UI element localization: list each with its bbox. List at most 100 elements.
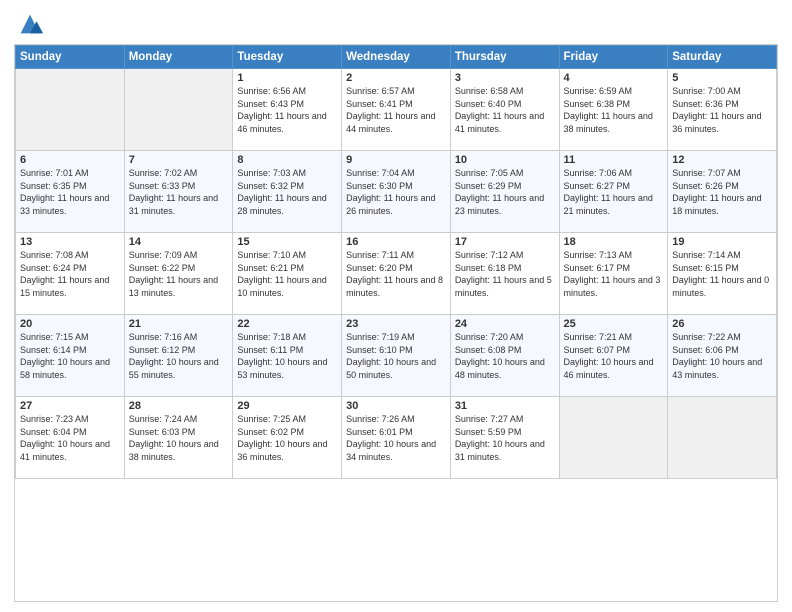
day-info: Sunrise: 7:00 AM Sunset: 6:36 PM Dayligh… [672, 85, 772, 135]
calendar-week-row: 20Sunrise: 7:15 AM Sunset: 6:14 PM Dayli… [16, 315, 777, 397]
calendar-week-row: 1Sunrise: 6:56 AM Sunset: 6:43 PM Daylig… [16, 69, 777, 151]
day-number: 25 [564, 318, 664, 330]
calendar-cell: 18Sunrise: 7:13 AM Sunset: 6:17 PM Dayli… [559, 233, 668, 315]
day-info: Sunrise: 7:09 AM Sunset: 6:22 PM Dayligh… [129, 249, 229, 299]
calendar-cell: 2Sunrise: 6:57 AM Sunset: 6:41 PM Daylig… [342, 69, 451, 151]
day-number: 18 [564, 236, 664, 248]
calendar-cell: 30Sunrise: 7:26 AM Sunset: 6:01 PM Dayli… [342, 397, 451, 479]
day-info: Sunrise: 6:59 AM Sunset: 6:38 PM Dayligh… [564, 85, 664, 135]
day-info: Sunrise: 6:57 AM Sunset: 6:41 PM Dayligh… [346, 85, 446, 135]
calendar-cell: 9Sunrise: 7:04 AM Sunset: 6:30 PM Daylig… [342, 151, 451, 233]
calendar: SundayMondayTuesdayWednesdayThursdayFrid… [14, 44, 778, 602]
day-number: 3 [455, 72, 555, 84]
day-number: 8 [237, 154, 337, 166]
day-info: Sunrise: 6:58 AM Sunset: 6:40 PM Dayligh… [455, 85, 555, 135]
day-info: Sunrise: 7:07 AM Sunset: 6:26 PM Dayligh… [672, 167, 772, 217]
day-info: Sunrise: 7:20 AM Sunset: 6:08 PM Dayligh… [455, 331, 555, 381]
day-info: Sunrise: 7:11 AM Sunset: 6:20 PM Dayligh… [346, 249, 446, 299]
day-number: 23 [346, 318, 446, 330]
day-number: 6 [20, 154, 120, 166]
calendar-cell: 21Sunrise: 7:16 AM Sunset: 6:12 PM Dayli… [124, 315, 233, 397]
calendar-cell: 26Sunrise: 7:22 AM Sunset: 6:06 PM Dayli… [668, 315, 777, 397]
day-number: 12 [672, 154, 772, 166]
calendar-header-cell: Friday [559, 46, 668, 69]
day-number: 16 [346, 236, 446, 248]
day-number: 28 [129, 400, 229, 412]
calendar-cell: 31Sunrise: 7:27 AM Sunset: 5:59 PM Dayli… [450, 397, 559, 479]
day-number: 26 [672, 318, 772, 330]
day-info: Sunrise: 7:23 AM Sunset: 6:04 PM Dayligh… [20, 413, 120, 463]
calendar-cell: 20Sunrise: 7:15 AM Sunset: 6:14 PM Dayli… [16, 315, 125, 397]
day-number: 9 [346, 154, 446, 166]
page: SundayMondayTuesdayWednesdayThursdayFrid… [0, 0, 792, 612]
day-number: 30 [346, 400, 446, 412]
day-number: 4 [564, 72, 664, 84]
day-info: Sunrise: 7:12 AM Sunset: 6:18 PM Dayligh… [455, 249, 555, 299]
calendar-header-row: SundayMondayTuesdayWednesdayThursdayFrid… [16, 46, 777, 69]
calendar-cell: 10Sunrise: 7:05 AM Sunset: 6:29 PM Dayli… [450, 151, 559, 233]
day-info: Sunrise: 7:01 AM Sunset: 6:35 PM Dayligh… [20, 167, 120, 217]
day-number: 17 [455, 236, 555, 248]
calendar-cell: 1Sunrise: 6:56 AM Sunset: 6:43 PM Daylig… [233, 69, 342, 151]
day-info: Sunrise: 7:05 AM Sunset: 6:29 PM Dayligh… [455, 167, 555, 217]
day-info: Sunrise: 7:25 AM Sunset: 6:02 PM Dayligh… [237, 413, 337, 463]
day-info: Sunrise: 7:15 AM Sunset: 6:14 PM Dayligh… [20, 331, 120, 381]
day-number: 29 [237, 400, 337, 412]
calendar-cell: 14Sunrise: 7:09 AM Sunset: 6:22 PM Dayli… [124, 233, 233, 315]
day-number: 22 [237, 318, 337, 330]
calendar-cell: 8Sunrise: 7:03 AM Sunset: 6:32 PM Daylig… [233, 151, 342, 233]
day-number: 21 [129, 318, 229, 330]
day-number: 10 [455, 154, 555, 166]
day-info: Sunrise: 7:24 AM Sunset: 6:03 PM Dayligh… [129, 413, 229, 463]
calendar-cell: 19Sunrise: 7:14 AM Sunset: 6:15 PM Dayli… [668, 233, 777, 315]
calendar-header-cell: Thursday [450, 46, 559, 69]
day-info: Sunrise: 7:13 AM Sunset: 6:17 PM Dayligh… [564, 249, 664, 299]
day-number: 5 [672, 72, 772, 84]
calendar-week-row: 13Sunrise: 7:08 AM Sunset: 6:24 PM Dayli… [16, 233, 777, 315]
calendar-cell: 28Sunrise: 7:24 AM Sunset: 6:03 PM Dayli… [124, 397, 233, 479]
calendar-cell [668, 397, 777, 479]
header [14, 10, 778, 38]
calendar-cell: 22Sunrise: 7:18 AM Sunset: 6:11 PM Dayli… [233, 315, 342, 397]
day-number: 19 [672, 236, 772, 248]
calendar-cell: 6Sunrise: 7:01 AM Sunset: 6:35 PM Daylig… [16, 151, 125, 233]
day-info: Sunrise: 7:19 AM Sunset: 6:10 PM Dayligh… [346, 331, 446, 381]
calendar-cell: 3Sunrise: 6:58 AM Sunset: 6:40 PM Daylig… [450, 69, 559, 151]
calendar-cell: 29Sunrise: 7:25 AM Sunset: 6:02 PM Dayli… [233, 397, 342, 479]
calendar-header-cell: Sunday [16, 46, 125, 69]
calendar-cell [124, 69, 233, 151]
calendar-cell: 24Sunrise: 7:20 AM Sunset: 6:08 PM Dayli… [450, 315, 559, 397]
calendar-cell: 4Sunrise: 6:59 AM Sunset: 6:38 PM Daylig… [559, 69, 668, 151]
calendar-header-cell: Tuesday [233, 46, 342, 69]
day-info: Sunrise: 7:04 AM Sunset: 6:30 PM Dayligh… [346, 167, 446, 217]
day-number: 31 [455, 400, 555, 412]
day-info: Sunrise: 7:22 AM Sunset: 6:06 PM Dayligh… [672, 331, 772, 381]
logo-text [14, 10, 44, 38]
calendar-cell: 27Sunrise: 7:23 AM Sunset: 6:04 PM Dayli… [16, 397, 125, 479]
day-number: 13 [20, 236, 120, 248]
calendar-cell: 11Sunrise: 7:06 AM Sunset: 6:27 PM Dayli… [559, 151, 668, 233]
day-info: Sunrise: 7:27 AM Sunset: 5:59 PM Dayligh… [455, 413, 555, 463]
day-info: Sunrise: 7:03 AM Sunset: 6:32 PM Dayligh… [237, 167, 337, 217]
day-info: Sunrise: 7:14 AM Sunset: 6:15 PM Dayligh… [672, 249, 772, 299]
day-number: 14 [129, 236, 229, 248]
day-info: Sunrise: 7:16 AM Sunset: 6:12 PM Dayligh… [129, 331, 229, 381]
calendar-cell: 12Sunrise: 7:07 AM Sunset: 6:26 PM Dayli… [668, 151, 777, 233]
calendar-header-cell: Saturday [668, 46, 777, 69]
day-number: 15 [237, 236, 337, 248]
calendar-cell: 25Sunrise: 7:21 AM Sunset: 6:07 PM Dayli… [559, 315, 668, 397]
calendar-week-row: 27Sunrise: 7:23 AM Sunset: 6:04 PM Dayli… [16, 397, 777, 479]
day-info: Sunrise: 7:06 AM Sunset: 6:27 PM Dayligh… [564, 167, 664, 217]
calendar-week-row: 6Sunrise: 7:01 AM Sunset: 6:35 PM Daylig… [16, 151, 777, 233]
calendar-cell [16, 69, 125, 151]
day-number: 20 [20, 318, 120, 330]
day-number: 7 [129, 154, 229, 166]
calendar-cell [559, 397, 668, 479]
calendar-cell: 16Sunrise: 7:11 AM Sunset: 6:20 PM Dayli… [342, 233, 451, 315]
day-number: 27 [20, 400, 120, 412]
calendar-cell: 5Sunrise: 7:00 AM Sunset: 6:36 PM Daylig… [668, 69, 777, 151]
logo [14, 10, 44, 38]
calendar-header-cell: Wednesday [342, 46, 451, 69]
calendar-cell: 15Sunrise: 7:10 AM Sunset: 6:21 PM Dayli… [233, 233, 342, 315]
day-info: Sunrise: 7:18 AM Sunset: 6:11 PM Dayligh… [237, 331, 337, 381]
